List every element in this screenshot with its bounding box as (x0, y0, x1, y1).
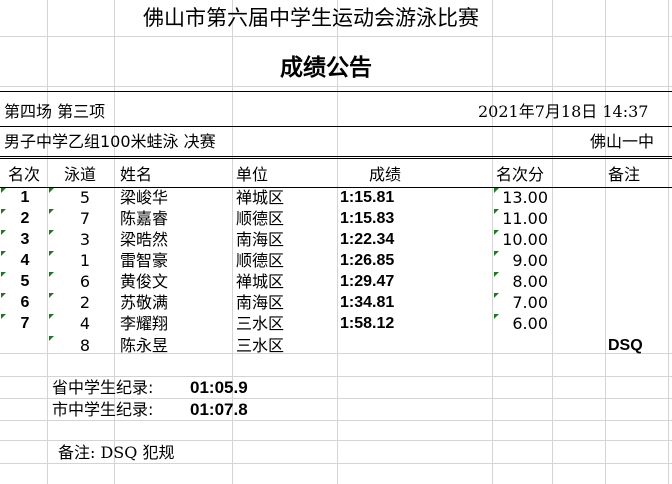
green-marker-icon (49, 336, 54, 341)
green-marker-icon (49, 230, 54, 235)
rank-cell: 7 (20, 315, 30, 332)
green-marker-icon (49, 209, 54, 214)
column-header-note: 备注 (608, 165, 641, 184)
name-cell: 梁晧然 (120, 230, 169, 249)
header-double-rule (0, 156, 672, 159)
grid-line (0, 86, 672, 87)
grid-line (0, 420, 672, 421)
green-marker-icon (49, 293, 54, 298)
unit-cell: 南海区 (236, 230, 285, 249)
city-record-label: 市中学生纪录: (52, 400, 154, 419)
column-header-unit: 单位 (236, 165, 269, 184)
event-info: 第四场 第三项 (4, 102, 106, 121)
provincial-record-label: 省中学生纪录: (52, 378, 154, 397)
grid-line (0, 463, 672, 464)
lane-cell: 1 (79, 251, 91, 270)
table-row: 4 1 雷智豪 顺德区 1:26.85 9.00 (0, 250, 672, 271)
points-cell: 13.00 (502, 188, 548, 207)
page-title: 佛山市第六届中学生运动会游泳比赛 (143, 6, 479, 30)
datetime: 2021年7月18日 14:37 (478, 102, 649, 121)
table-row: 5 6 黄俊文 禅城区 1:29.47 8.00 (0, 271, 672, 292)
result-cell: 1:58.12 (340, 315, 395, 332)
points-cell: 11.00 (502, 209, 548, 228)
spreadsheet: 佛山市第六届中学生运动会游泳比赛 成绩公告 第四场 第三项 2021年7月18日… (0, 0, 672, 484)
result-cell: 1:15.83 (340, 210, 395, 227)
name-cell: 雷智豪 (120, 251, 169, 270)
column-header-rank: 名次 (8, 165, 41, 184)
green-marker-icon (49, 188, 54, 193)
green-marker-icon (1, 230, 6, 235)
lane-cell: 3 (79, 230, 91, 249)
note-cell: DSQ (608, 337, 643, 354)
unit-cell: 南海区 (236, 293, 285, 312)
unit-cell: 禅城区 (236, 188, 285, 207)
city-record-value: 01:07.8 (190, 400, 248, 419)
result-cell: 1:15.81 (340, 189, 395, 206)
name-cell: 陈永昱 (120, 336, 169, 355)
event-name: 男子中学乙组100米蛙泳 决赛 (4, 132, 216, 151)
grid-line (0, 398, 672, 399)
lane-cell: 4 (79, 314, 91, 333)
page-subtitle: 成绩公告 (280, 55, 372, 81)
table-row: 2 7 陈嘉睿 顺德区 1:15.83 11.00 (0, 208, 672, 229)
column-header-lane: 泳道 (64, 165, 97, 184)
table-row: 1 5 梁峻华 禅城区 1:15.81 13.00 (0, 187, 672, 208)
unit-cell: 顺德区 (236, 209, 285, 228)
name-cell: 苏敬满 (120, 293, 169, 312)
rank-cell: 1 (20, 189, 30, 206)
result-cell: 1:34.81 (340, 294, 395, 311)
table-row: 7 4 李耀翔 三水区 1:58.12 6.00 (0, 313, 672, 334)
name-cell: 陈嘉睿 (120, 209, 169, 228)
grid-line (0, 376, 672, 377)
green-marker-icon (1, 209, 6, 214)
green-marker-icon (1, 314, 6, 319)
points-cell: 6.00 (512, 314, 548, 333)
green-marker-icon (1, 251, 6, 256)
table-row: 3 3 梁晧然 南海区 1:22.34 10.00 (0, 229, 672, 250)
rank-cell: 5 (20, 273, 30, 290)
rank-cell: 4 (20, 252, 30, 269)
points-cell: 10.00 (502, 230, 548, 249)
divider (0, 126, 672, 127)
green-marker-icon (1, 188, 6, 193)
unit-cell: 三水区 (236, 314, 285, 333)
result-cell: 1:29.47 (340, 273, 395, 290)
provincial-record-value: 01:05.9 (190, 378, 248, 397)
green-marker-icon (49, 251, 54, 256)
table-row: 8 陈永昱 三水区 DSQ (0, 335, 672, 356)
green-marker-icon (49, 314, 54, 319)
top-rule (0, 91, 672, 92)
grid-line (0, 440, 672, 441)
column-header-points: 名次分 (496, 165, 545, 184)
points-cell: 8.00 (512, 272, 548, 291)
table-row: 6 2 苏敬满 南海区 1:34.81 7.00 (0, 292, 672, 313)
grid-line (0, 36, 672, 37)
column-header-name: 姓名 (120, 165, 153, 184)
lane-cell: 6 (79, 272, 91, 291)
unit-cell: 三水区 (236, 336, 285, 355)
name-cell: 李耀翔 (120, 314, 169, 333)
venue: 佛山一中 (590, 132, 655, 151)
unit-cell: 禅城区 (236, 272, 285, 291)
green-marker-icon (49, 272, 54, 277)
points-cell: 9.00 (512, 251, 548, 270)
points-cell: 7.00 (512, 293, 548, 312)
unit-cell: 顺德区 (236, 251, 285, 270)
rank-cell: 3 (20, 231, 30, 248)
result-cell: 1:26.85 (340, 252, 395, 269)
result-cell: 1:22.34 (340, 231, 395, 248)
footnote: 备注: DSQ 犯规 (58, 443, 175, 462)
name-cell: 梁峻华 (120, 188, 169, 207)
lane-cell: 5 (79, 188, 91, 207)
lane-cell: 8 (79, 336, 91, 355)
column-header-result: 成绩 (369, 165, 402, 184)
name-cell: 黄俊文 (120, 272, 169, 291)
green-marker-icon (1, 272, 6, 277)
rank-cell: 6 (20, 294, 30, 311)
lane-cell: 2 (79, 293, 91, 312)
green-marker-icon (1, 293, 6, 298)
rank-cell: 2 (20, 210, 30, 227)
lane-cell: 7 (79, 209, 91, 228)
